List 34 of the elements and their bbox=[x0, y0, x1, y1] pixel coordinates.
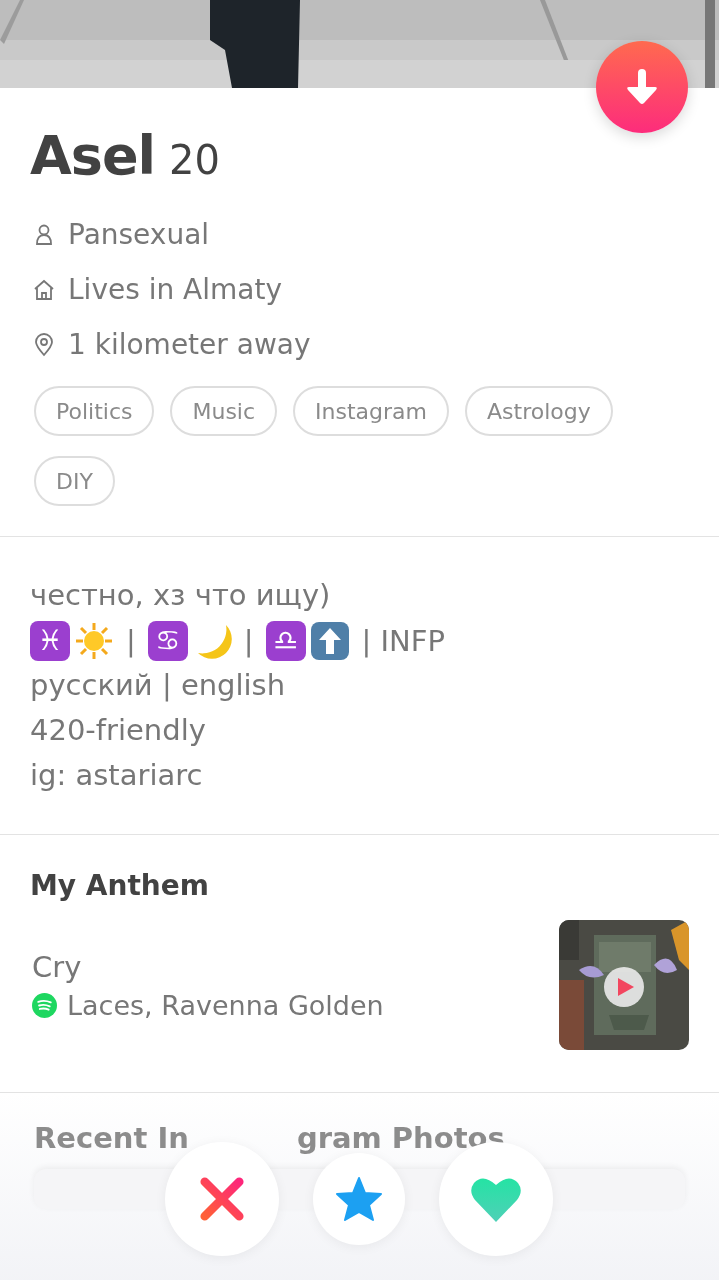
song-artist: Laces, Ravenna Golden bbox=[67, 989, 384, 1021]
section-heading: Recent In bbox=[34, 1121, 189, 1156]
interest-tag: Instagram bbox=[293, 386, 449, 437]
profile-name: Asel bbox=[30, 126, 156, 186]
interest-tag: Music bbox=[170, 386, 278, 437]
heart-icon bbox=[469, 1176, 522, 1222]
bio-text: | INFP bbox=[361, 623, 445, 658]
profile-detail: 1 kilometer away bbox=[68, 328, 311, 362]
bio-line: ig: astariarc bbox=[30, 757, 204, 795]
song-title: Cry bbox=[32, 949, 83, 984]
bio-text: | bbox=[243, 623, 254, 658]
interest-tag: Astrology bbox=[465, 386, 613, 437]
collapse-button[interactable] bbox=[596, 41, 688, 133]
star-icon bbox=[334, 1176, 383, 1222]
home-icon bbox=[32, 277, 56, 302]
bio-line: честно, хз что ищу) bbox=[30, 577, 332, 615]
location-pin-icon bbox=[32, 332, 56, 357]
zodiac-sign-icon: ♓ bbox=[30, 620, 70, 661]
arrow-down-icon bbox=[625, 69, 659, 105]
bio-text: | bbox=[126, 623, 136, 658]
zodiac-sign-icon: ♋ bbox=[147, 620, 188, 661]
bio-line: 420-friendly bbox=[30, 712, 207, 750]
close-icon bbox=[198, 1176, 245, 1222]
play-icon bbox=[618, 978, 634, 997]
sun-icon bbox=[74, 620, 114, 661]
zodiac-sign-icon: ♎ bbox=[265, 620, 306, 661]
profile-detail: Lives in Almaty bbox=[68, 273, 282, 307]
profile-detail: Pansexual bbox=[68, 218, 210, 252]
spotify-icon bbox=[32, 992, 57, 1018]
profile-age: 20 bbox=[169, 137, 220, 183]
interest-tag: DIY bbox=[34, 456, 115, 507]
bio-line: русский | english bbox=[30, 667, 287, 705]
interest-tag: Politics bbox=[34, 386, 155, 437]
section-heading: My Anthem bbox=[30, 869, 210, 903]
